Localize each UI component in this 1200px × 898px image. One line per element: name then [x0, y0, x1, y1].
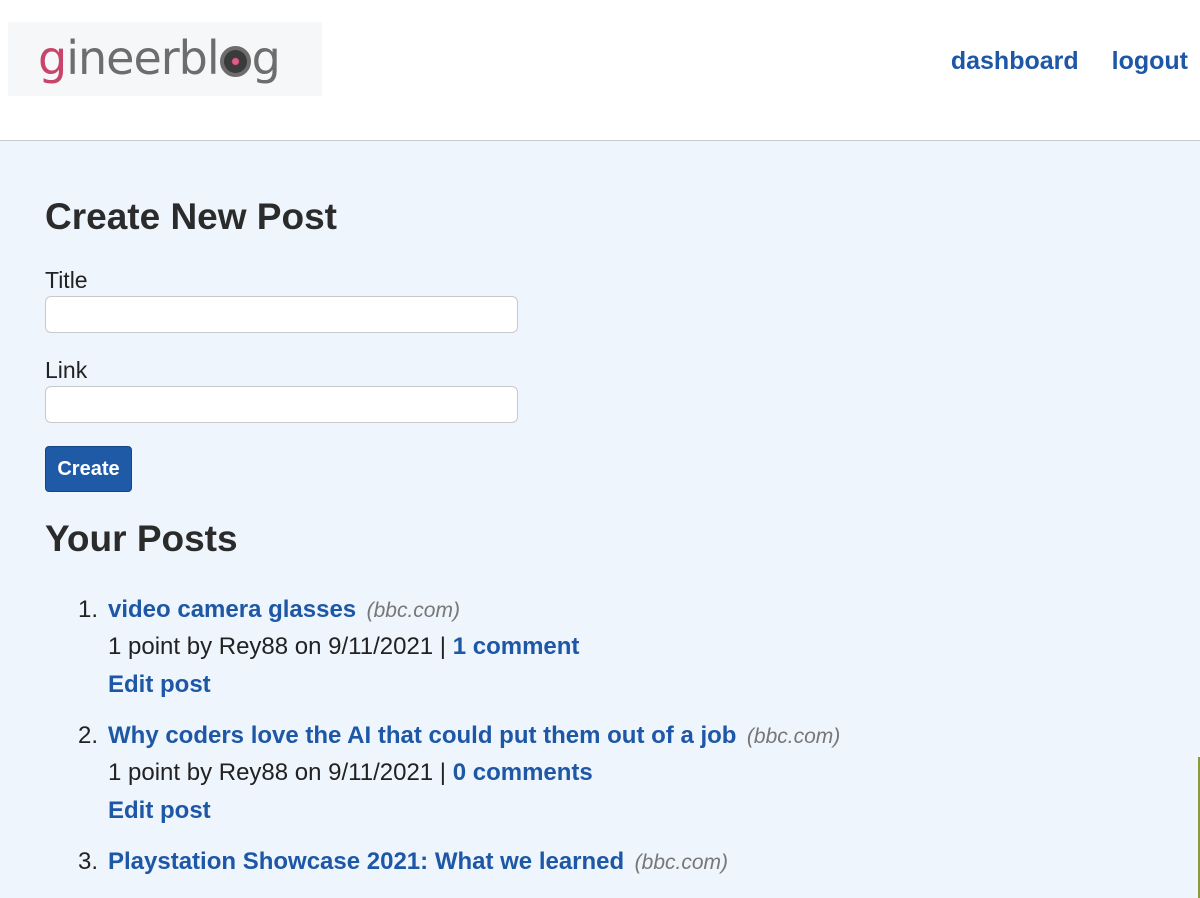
title-input[interactable]	[45, 296, 518, 333]
dashboard-link[interactable]: dashboard	[951, 47, 1079, 76]
post-title-row: Playstation Showcase 2021: What we learn…	[108, 847, 1145, 880]
logo-text: ineerbl	[66, 31, 219, 85]
list-item: 3. Playstation Showcase 2021: What we le…	[45, 847, 1145, 880]
create-post-heading: Create New Post	[45, 196, 337, 237]
post-domain: (bbc.com)	[366, 599, 460, 622]
site-header: g ineerbl g dashboard logout	[0, 0, 1200, 141]
title-label: Title	[45, 267, 88, 293]
post-comments-link[interactable]: 0 comments	[453, 759, 593, 786]
link-input[interactable]	[45, 386, 518, 423]
logo[interactable]: g ineerbl g	[8, 22, 322, 96]
logout-link[interactable]: logout	[1112, 47, 1188, 76]
link-label: Link	[45, 357, 88, 383]
logo-letter-g: g	[38, 31, 67, 85]
top-nav: dashboard logout	[951, 47, 1188, 76]
post-comments-link[interactable]: 1 comment	[453, 633, 580, 660]
list-item: 2. Why coders love the AI that could put…	[45, 721, 1145, 830]
post-meta: 1 point by Rey88 on 9/11/2021 | 0 commen…	[108, 754, 1145, 792]
post-title-link[interactable]: Playstation Showcase 2021: What we learn…	[108, 848, 624, 875]
list-item: 1. video camera glasses (bbc.com) 1 poin…	[45, 595, 1145, 704]
edit-post-link[interactable]: Edit post	[108, 792, 211, 830]
posts-list: 1. video camera glasses (bbc.com) 1 poin…	[45, 595, 1145, 880]
edit-post-link[interactable]: Edit post	[108, 666, 211, 704]
post-title-link[interactable]: video camera glasses	[108, 596, 356, 623]
post-title-row: Why coders love the AI that could put th…	[108, 721, 1145, 754]
post-number: 1.	[78, 596, 99, 623]
post-title-link[interactable]: Why coders love the AI that could put th…	[108, 722, 736, 749]
logo-text-end: g	[251, 31, 281, 85]
logo-wordmark: g ineerbl g	[38, 28, 281, 88]
your-posts-heading: Your Posts	[45, 518, 238, 559]
post-number: 2.	[78, 722, 99, 749]
main-content: Create New Post Title Link Create Your P…	[45, 195, 1145, 897]
post-title-row: video camera glasses (bbc.com)	[108, 595, 1145, 628]
post-domain: (bbc.com)	[746, 725, 841, 748]
camera-lens-icon	[219, 46, 251, 77]
post-domain: (bbc.com)	[634, 851, 728, 874]
post-meta: 1 point by Rey88 on 9/11/2021 | 1 commen…	[108, 628, 1145, 666]
post-meta-text: 1 point by Rey88 on 9/11/2021 |	[108, 633, 447, 660]
create-button[interactable]: Create	[45, 446, 132, 492]
post-meta-text: 1 point by Rey88 on 9/11/2021 |	[108, 759, 447, 786]
post-number: 3.	[78, 848, 99, 875]
